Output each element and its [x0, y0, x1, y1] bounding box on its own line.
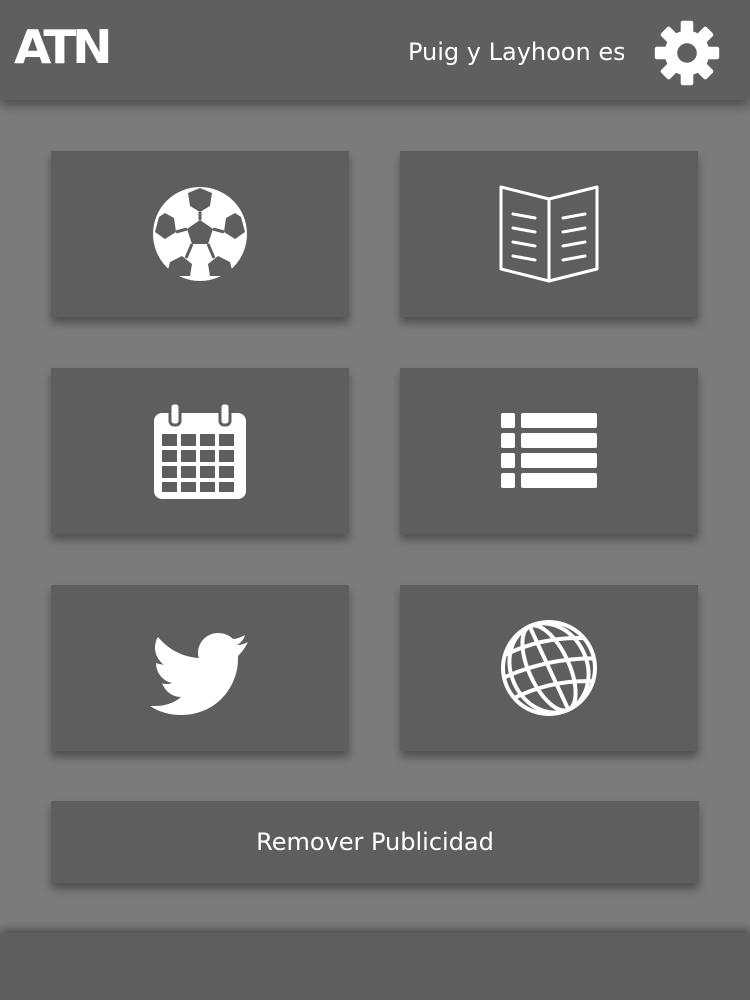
remove-ads-button[interactable]: Remover Publicidad — [51, 801, 699, 883]
tile-news[interactable] — [400, 151, 698, 317]
tile-standings[interactable] — [400, 368, 698, 534]
book-icon — [499, 185, 599, 283]
top-bar: ATN Puig y Layhoon es — [0, 0, 750, 100]
soccer-ball-icon — [153, 187, 247, 281]
tile-web[interactable] — [400, 585, 698, 751]
list-icon — [501, 413, 597, 488]
twitter-bird-icon — [150, 633, 248, 715]
tile-twitter[interactable] — [51, 585, 349, 751]
gear-icon[interactable] — [652, 18, 722, 88]
bottom-bar — [0, 933, 750, 1000]
news-ticker[interactable]: Puig y Layhoon es — [408, 34, 624, 70]
atn-logo[interactable]: ATN — [14, 24, 113, 70]
tile-soccer[interactable] — [51, 151, 349, 317]
calendar-icon — [154, 401, 246, 499]
globe-icon — [501, 620, 597, 716]
tile-calendar[interactable] — [51, 368, 349, 534]
